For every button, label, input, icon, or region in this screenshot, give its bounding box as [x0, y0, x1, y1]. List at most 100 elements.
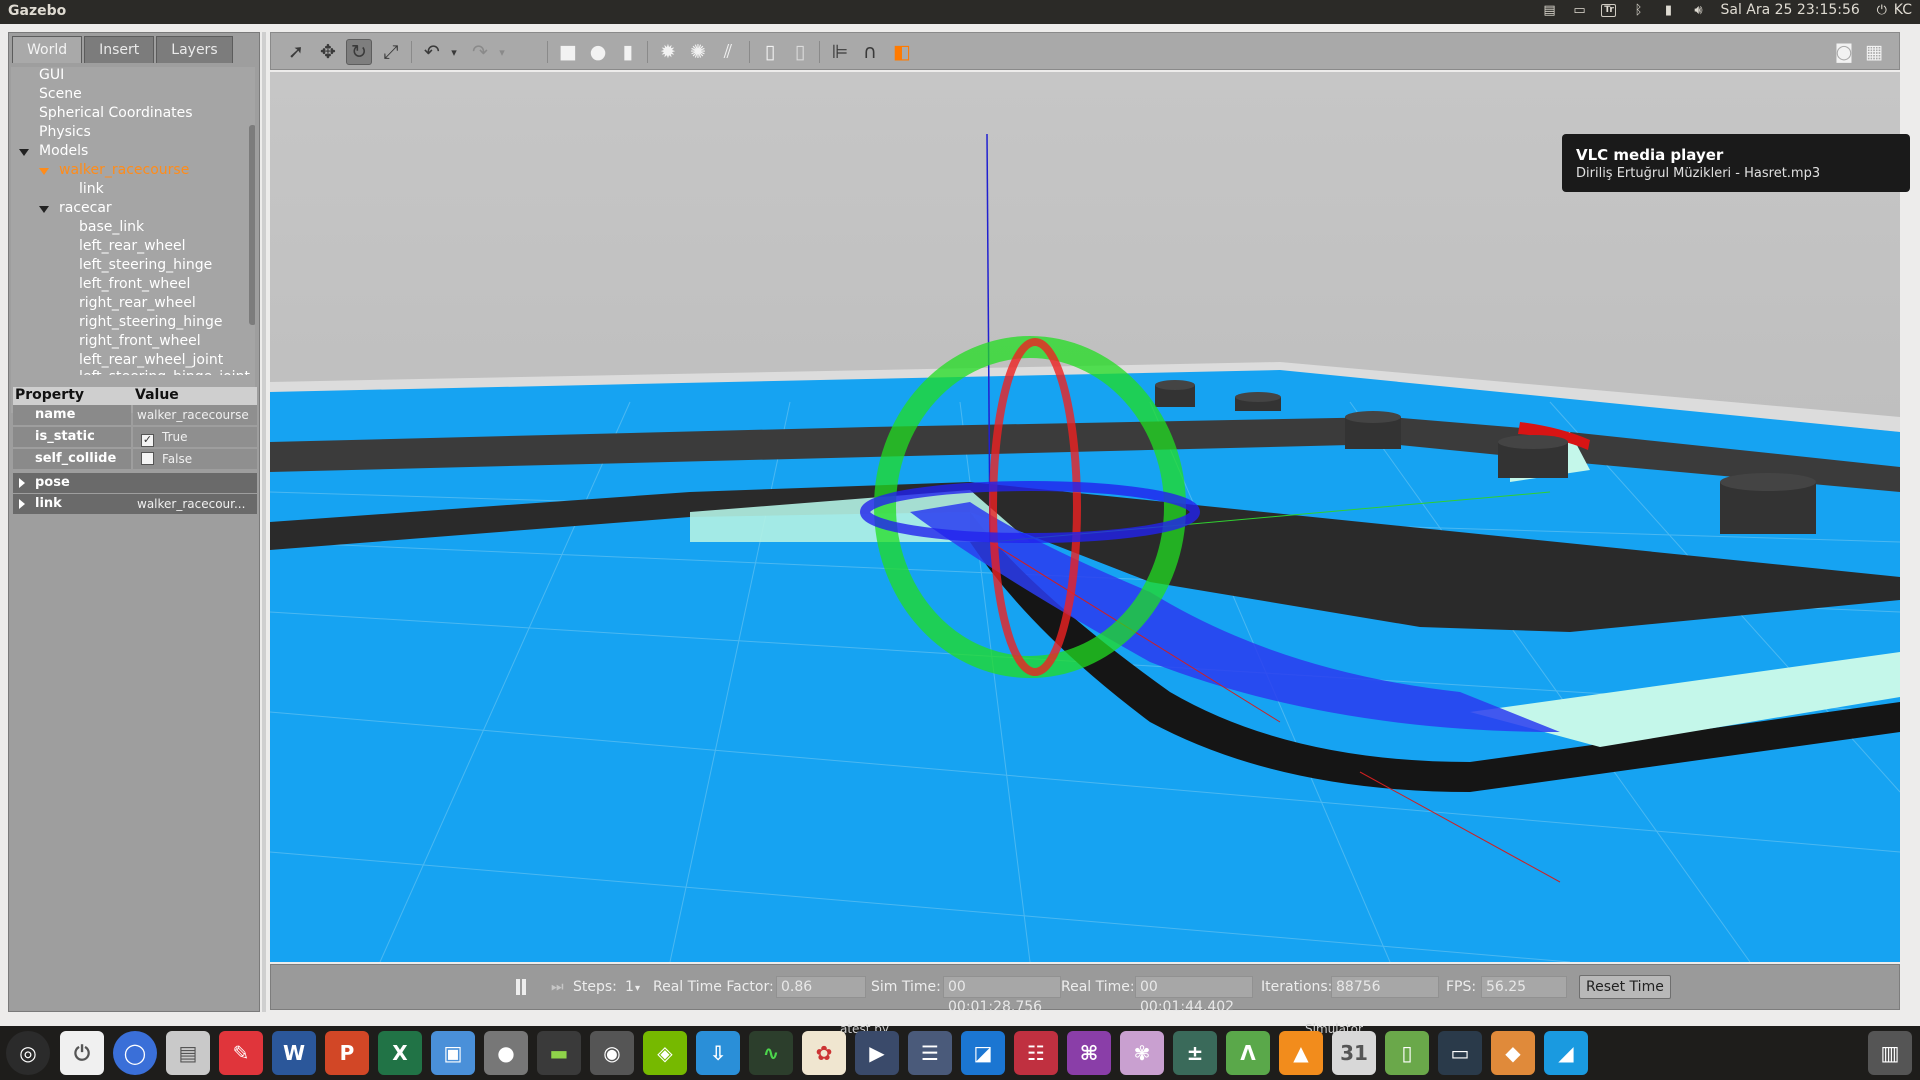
control-panel-icon[interactable]: ☷: [1014, 1031, 1058, 1075]
vlc-icon[interactable]: ▲: [1279, 1031, 1323, 1075]
keyboard-layout-icon[interactable]: Tr: [1601, 3, 1617, 17]
copy-icon[interactable]: ▯: [757, 39, 783, 65]
pdf-editor-icon[interactable]: ✎: [219, 1031, 263, 1075]
view-angle-icon[interactable]: ◧: [889, 39, 915, 65]
tree-item-walker-link[interactable]: link: [79, 181, 104, 197]
tree-item-link[interactable]: right_front_wheel: [79, 333, 201, 349]
file-manager-icon[interactable]: ▣: [431, 1031, 475, 1075]
paste-icon[interactable]: ▯: [787, 39, 813, 65]
fps-value: 56.25: [1481, 976, 1567, 998]
screenshot-icon[interactable]: ◙: [1831, 39, 1857, 65]
point-light-icon[interactable]: ✹: [655, 39, 681, 65]
word-icon[interactable]: W: [272, 1031, 316, 1075]
3d-viewport[interactable]: [270, 72, 1900, 962]
tab-insert[interactable]: Insert: [84, 36, 155, 63]
power-icon[interactable]: ⏻: [1874, 2, 1890, 18]
gazebo-icon[interactable]: ◆: [1491, 1031, 1535, 1075]
tree-item-spherical-coordinates[interactable]: Spherical Coordinates: [39, 105, 193, 121]
terminal-icon[interactable]: ▭: [1438, 1031, 1482, 1075]
calculator-icon[interactable]: ±: [1173, 1031, 1217, 1075]
is-static-checkbox[interactable]: ✓: [141, 434, 154, 447]
excel-icon[interactable]: X: [378, 1031, 422, 1075]
tree-item-link[interactable]: base_link: [79, 219, 144, 235]
directional-light-icon[interactable]: ⫽: [715, 39, 741, 65]
tree-item-link[interactable]: left_steering_hinge: [79, 257, 212, 273]
screen-share-icon[interactable]: ▭: [1571, 2, 1587, 18]
expand-arrow-icon[interactable]: [39, 168, 49, 175]
property-group-pose[interactable]: pose: [13, 473, 257, 493]
snap-icon[interactable]: ∩: [857, 39, 883, 65]
powerpoint-icon[interactable]: P: [325, 1031, 369, 1075]
web-browser-icon[interactable]: ⌘: [1067, 1031, 1111, 1075]
tree-item-gui[interactable]: GUI: [39, 67, 64, 83]
tree-item-physics[interactable]: Physics: [39, 124, 91, 140]
battery-icon[interactable]: ▮: [1660, 2, 1676, 18]
redo-menu-icon[interactable]: ▾: [489, 39, 515, 65]
sphere-icon[interactable]: ●: [585, 39, 611, 65]
property-row-self-collide: self_collide False: [13, 449, 257, 469]
tree-scrollbar[interactable]: [249, 125, 255, 325]
bluetooth-icon[interactable]: ᛒ: [1630, 2, 1646, 18]
photo-icon[interactable]: ✾: [1120, 1031, 1164, 1075]
expand-arrow-icon: [19, 499, 25, 509]
property-value[interactable]: walker_racecourse: [133, 405, 257, 425]
cylinder-icon[interactable]: ▮: [615, 39, 641, 65]
tree-item-link[interactable]: right_steering_hinge: [79, 314, 222, 330]
select-arrow-icon[interactable]: ➚: [283, 39, 309, 65]
ubuntu-icon[interactable]: ◎: [6, 1031, 50, 1075]
spot-light-icon[interactable]: ✺: [685, 39, 711, 65]
tab-world[interactable]: World: [12, 36, 83, 63]
android-studio-icon[interactable]: Λ: [1226, 1031, 1270, 1075]
video-player-icon[interactable]: ▶: [855, 1031, 899, 1075]
webcam-icon[interactable]: ◉: [590, 1031, 634, 1075]
expand-arrow-icon[interactable]: [39, 206, 49, 213]
terminal-green-icon[interactable]: ▬: [537, 1031, 581, 1075]
scale-icon[interactable]: ⤢: [378, 39, 404, 65]
translate-icon[interactable]: ✥: [315, 39, 341, 65]
self-collide-checkbox[interactable]: [141, 452, 154, 465]
rotate-icon[interactable]: ↻: [346, 39, 372, 65]
disc-icon[interactable]: ●: [484, 1031, 528, 1075]
download-icon[interactable]: ⇩: [696, 1031, 740, 1075]
taskbar: atest.py Simulator ◎ ⏻ ◯ ▤ ✎ W P X ▣ ● ▬…: [0, 1022, 1920, 1080]
expand-arrow-icon[interactable]: [19, 149, 29, 156]
box-icon[interactable]: ■: [555, 39, 581, 65]
tree-item-joint[interactable]: left_rear_wheel_joint: [79, 352, 223, 368]
remote-desktop-icon[interactable]: ◪: [961, 1031, 1005, 1075]
panel-splitter[interactable]: [262, 32, 266, 1012]
drive-icon[interactable]: ◢: [1544, 1031, 1588, 1075]
tree-item-joint-partial[interactable]: left_steering_hinge_joint: [79, 369, 250, 375]
nvidia-icon[interactable]: ◈: [643, 1031, 687, 1075]
tree-item-link[interactable]: left_front_wheel: [79, 276, 190, 292]
tree-item-scene[interactable]: Scene: [39, 86, 82, 102]
settings-icon[interactable]: ☰: [908, 1031, 952, 1075]
system-monitor-icon[interactable]: ∿: [749, 1031, 793, 1075]
tree-item-models[interactable]: Models: [39, 143, 88, 159]
paint-icon[interactable]: ✿: [802, 1031, 846, 1075]
trash-icon[interactable]: ▥: [1868, 1031, 1912, 1075]
notification-bubble[interactable]: VLC media player Diriliş Ertuğrul Müzikl…: [1562, 134, 1910, 192]
clock[interactable]: Sal Ara 25 23:15:56: [1720, 2, 1859, 18]
power-icon[interactable]: ⏻: [60, 1031, 104, 1075]
tree-item-walker-racecourse[interactable]: walker_racecourse: [59, 162, 189, 178]
tree-item-racecar[interactable]: racecar: [59, 200, 112, 216]
property-group-link[interactable]: link walker_racecour...: [13, 494, 257, 514]
note-icon[interactable]: ▤: [1541, 2, 1557, 18]
log-icon[interactable]: ▦: [1861, 39, 1887, 65]
tab-layers[interactable]: Layers: [156, 36, 233, 63]
step-icon[interactable]: ⏭: [551, 979, 564, 995]
calendar-icon[interactable]: 31: [1332, 1031, 1376, 1075]
user-name[interactable]: KC: [1894, 2, 1912, 18]
tablet-icon[interactable]: ▯: [1385, 1031, 1429, 1075]
chromium-icon[interactable]: ◯: [113, 1031, 157, 1075]
tree-item-link[interactable]: left_rear_wheel: [79, 238, 186, 254]
undo-menu-icon[interactable]: ▾: [441, 39, 467, 65]
steps-value[interactable]: 1: [625, 979, 634, 995]
align-icon[interactable]: ⊫: [827, 39, 853, 65]
volume-icon[interactable]: 🔊︎: [1690, 2, 1706, 18]
steps-dropdown-icon[interactable]: ▾: [635, 983, 640, 994]
property-value: False: [133, 449, 257, 469]
tree-item-link[interactable]: right_rear_wheel: [79, 295, 196, 311]
reset-time-button[interactable]: Reset Time: [1579, 975, 1671, 999]
files-icon[interactable]: ▤: [166, 1031, 210, 1075]
